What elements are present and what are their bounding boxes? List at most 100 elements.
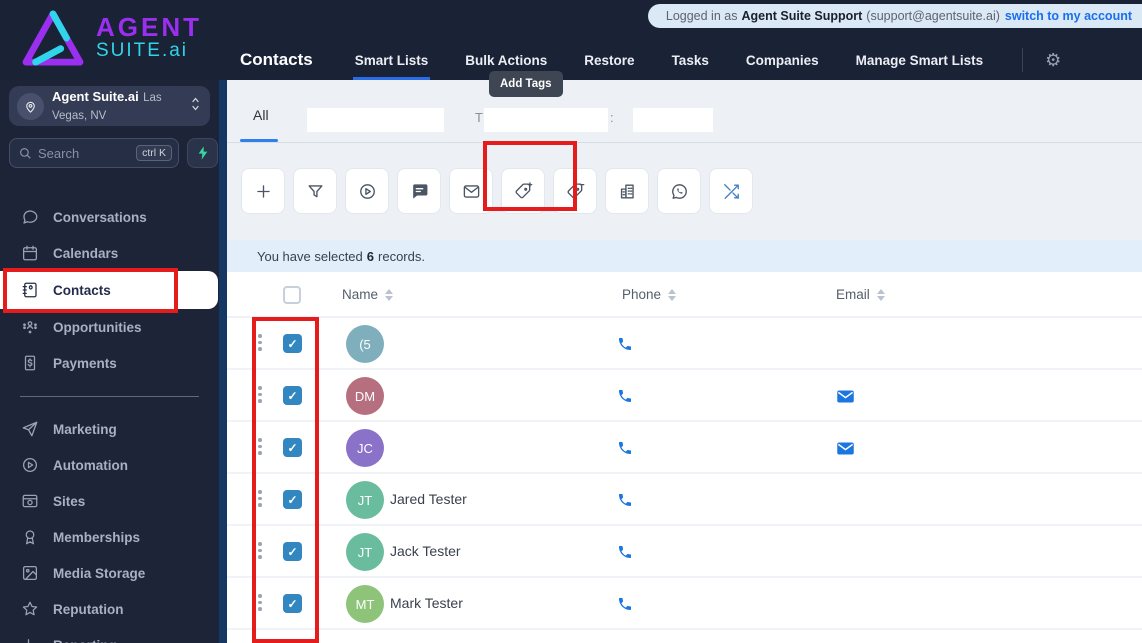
- avatar: DM: [346, 377, 384, 415]
- company-icon: [618, 182, 637, 201]
- add-contact-button[interactable]: [241, 168, 285, 214]
- media-storage-icon: [21, 564, 39, 582]
- sites-icon: [21, 492, 39, 510]
- redacted-tab-2-fragment-left: T: [475, 110, 483, 125]
- contact-name[interactable]: Jack Tester: [390, 543, 461, 559]
- automation-icon: [21, 456, 39, 474]
- location-switcher[interactable]: Agent Suite.ai Las Vegas, NV: [9, 86, 210, 126]
- column-header-email[interactable]: Email: [836, 287, 885, 302]
- pipeline-change-button[interactable]: [345, 168, 389, 214]
- avatar: MT: [346, 585, 384, 623]
- phone-icon[interactable]: [617, 544, 633, 560]
- remove-tags-button[interactable]: [553, 168, 597, 214]
- row-checkbox[interactable]: ✓: [283, 594, 302, 613]
- sidebar-item-memberships[interactable]: Memberships: [0, 519, 219, 555]
- main-content: All T : Add Tags You have selected 6 rec…: [227, 71, 1142, 643]
- phone-icon[interactable]: [617, 388, 633, 404]
- settings-gear-icon[interactable]: ⚙: [1045, 51, 1061, 69]
- select-all-checkbox[interactable]: [283, 286, 301, 304]
- row-drag-handle-icon[interactable]: [258, 594, 262, 611]
- switch-account-link[interactable]: switch to my account: [1005, 9, 1132, 23]
- nav-smart-lists[interactable]: Smart Lists: [352, 40, 431, 80]
- chevron-up-down-icon: [189, 95, 202, 118]
- quick-actions-button[interactable]: [187, 138, 218, 168]
- search-box[interactable]: ctrl K: [9, 138, 179, 168]
- row-checkbox[interactable]: ✓: [283, 386, 302, 405]
- redacted-tab-2[interactable]: [484, 108, 608, 132]
- send-email-button[interactable]: [449, 168, 493, 214]
- reputation-icon: [21, 600, 39, 618]
- logged-in-banner: Logged in as Agent Suite Support (suppor…: [647, 4, 1142, 28]
- add-to-company-button[interactable]: [605, 168, 649, 214]
- sidebar-item-label: Payments: [53, 355, 117, 371]
- brand-name-bottom: SUITE.ai: [96, 40, 189, 61]
- sms-icon: [410, 182, 429, 201]
- row-checkbox[interactable]: ✓: [283, 438, 302, 457]
- table-row: ✓ DM: [227, 370, 1142, 422]
- redacted-tab-1[interactable]: [307, 108, 444, 132]
- tag-plus-icon: [514, 181, 533, 201]
- sidebar-item-opportunities[interactable]: Opportunities: [0, 309, 219, 345]
- search-icon: [20, 148, 31, 159]
- redacted-tab-3[interactable]: [633, 108, 713, 132]
- contact-name[interactable]: Mark Tester: [390, 595, 463, 611]
- column-header-phone[interactable]: Phone: [622, 287, 677, 302]
- nav-divider: [1022, 48, 1024, 72]
- row-checkbox[interactable]: ✓: [283, 490, 302, 509]
- table-row: ✓ JC: [227, 422, 1142, 474]
- column-header-name[interactable]: Name: [342, 287, 394, 302]
- opportunities-icon: [21, 318, 39, 336]
- sidebar-item-label: Sites: [53, 493, 86, 509]
- sidebar-item-sites[interactable]: Sites: [0, 483, 219, 519]
- search-input[interactable]: [38, 145, 131, 161]
- row-drag-handle-icon[interactable]: [258, 334, 262, 351]
- smart-list-tabs: All T :: [227, 80, 1142, 143]
- row-checkbox[interactable]: ✓: [283, 542, 302, 561]
- row-drag-handle-icon[interactable]: [258, 490, 262, 507]
- sidebar-item-marketing[interactable]: Marketing: [0, 411, 219, 447]
- email-icon[interactable]: [836, 441, 855, 456]
- row-checkbox[interactable]: ✓: [283, 334, 302, 353]
- add-tags-tooltip: Add Tags: [489, 71, 563, 97]
- logged-in-prefix: Logged in as: [665, 9, 738, 23]
- row-drag-handle-icon[interactable]: [258, 542, 262, 559]
- sidebar-item-contacts[interactable]: Contacts: [0, 271, 218, 309]
- sidebar-item-label: Marketing: [53, 421, 117, 437]
- send-whatsapp-button[interactable]: [657, 168, 701, 214]
- phone-icon[interactable]: [617, 440, 633, 456]
- nav-restore[interactable]: Restore: [582, 40, 636, 80]
- sidebar-item-payments[interactable]: Payments: [0, 345, 219, 381]
- calendars-icon: [21, 244, 39, 262]
- filter-button[interactable]: [293, 168, 337, 214]
- sort-arrows-icon: [385, 288, 394, 301]
- brand-name-top: AGENT: [96, 12, 202, 42]
- nav-tasks[interactable]: Tasks: [670, 40, 711, 80]
- sidebar-item-automation[interactable]: Automation: [0, 447, 219, 483]
- merge-contacts-button[interactable]: [709, 168, 753, 214]
- contact-name[interactable]: Jared Tester: [390, 491, 467, 507]
- row-drag-handle-icon[interactable]: [258, 386, 262, 403]
- send-sms-button[interactable]: [397, 168, 441, 214]
- page-title: Contacts: [240, 50, 313, 69]
- sidebar-item-label: Reputation: [53, 601, 124, 617]
- avatar: (5: [346, 325, 384, 363]
- sort-arrows-icon: [668, 288, 677, 301]
- tab-all[interactable]: All: [253, 107, 269, 123]
- sidebar-item-reporting[interactable]: Reporting: [0, 627, 219, 643]
- sidebar-item-calendars[interactable]: Calendars: [0, 235, 219, 271]
- phone-icon[interactable]: [617, 596, 633, 612]
- row-drag-handle-icon[interactable]: [258, 438, 262, 455]
- logged-in-email: (support@agentsuite.ai): [866, 9, 1000, 23]
- nav-companies[interactable]: Companies: [744, 40, 821, 80]
- sidebar-item-reputation[interactable]: Reputation: [0, 591, 219, 627]
- phone-icon[interactable]: [617, 492, 633, 508]
- sidebar-item-label: Contacts: [53, 282, 111, 298]
- sidebar-item-conversations[interactable]: Conversations: [0, 199, 219, 235]
- table-row: ✓ JT Jack Tester: [227, 526, 1142, 578]
- add-tags-button[interactable]: [501, 168, 545, 214]
- sidebar-item-media-storage[interactable]: Media Storage: [0, 555, 219, 591]
- phone-icon[interactable]: [617, 336, 633, 352]
- email-icon[interactable]: [836, 389, 855, 404]
- account-name: Agent Suite.ai: [52, 89, 139, 104]
- nav-manage-smart-lists[interactable]: Manage Smart Lists: [854, 40, 986, 80]
